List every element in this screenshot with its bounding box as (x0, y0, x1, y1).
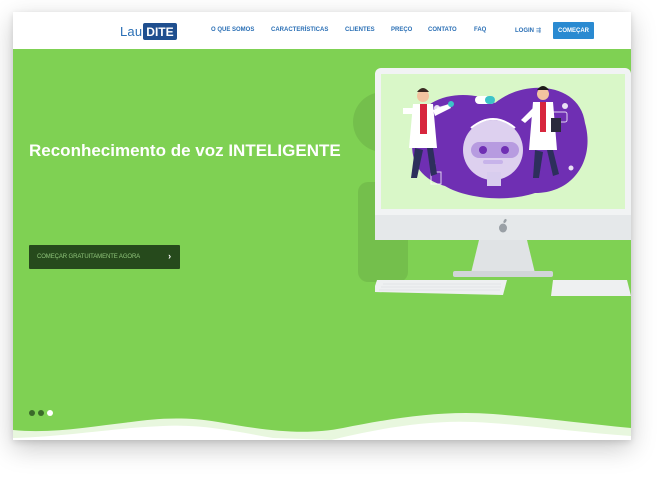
logo-text-lau: Lau (120, 23, 143, 39)
cta-label: COMEÇAR GRATUITAMENTE AGORA (37, 254, 141, 260)
hero-bottom-waves (13, 412, 631, 440)
top-navbar: Lau DITE O QUE SOMOS CARACTERÍSTICAS CLI… (13, 12, 631, 49)
cta-start-free-button[interactable]: COMEÇAR GRATUITAMENTE AGORA › (29, 245, 180, 269)
login-label: LOGIN (515, 28, 534, 34)
chevron-right-icon: › (168, 251, 171, 261)
login-link[interactable]: LOGIN ⇶ (515, 27, 541, 34)
login-icon: ⇶ (536, 28, 542, 34)
logo-text-dite: DITE (143, 22, 177, 40)
carousel-indicators (29, 410, 53, 416)
page-frame: Lau DITE O QUE SOMOS CARACTERÍSTICAS CLI… (13, 12, 631, 440)
nav-link-preco[interactable]: PREÇO (391, 27, 412, 33)
nav-link-contato[interactable]: CONTATO (428, 27, 457, 33)
start-button[interactable]: COMEÇAR (553, 22, 594, 39)
site-logo[interactable]: Lau DITE (120, 22, 177, 40)
carousel-dot-3-active[interactable] (47, 410, 53, 416)
computer-illustration (375, 68, 631, 296)
nav-link-clientes[interactable]: CLIENTES (345, 27, 375, 33)
hero-title: Reconhecimento de voz INTELIGENTE (29, 141, 341, 160)
nav-link-o-que-somos[interactable]: O QUE SOMOS (211, 27, 254, 33)
carousel-dot-1[interactable] (29, 410, 35, 416)
carousel-dot-2[interactable] (38, 410, 44, 416)
nav-link-caracteristicas[interactable]: CARACTERÍSTICAS (271, 27, 328, 33)
nav-link-faq[interactable]: FAQ (474, 27, 486, 33)
